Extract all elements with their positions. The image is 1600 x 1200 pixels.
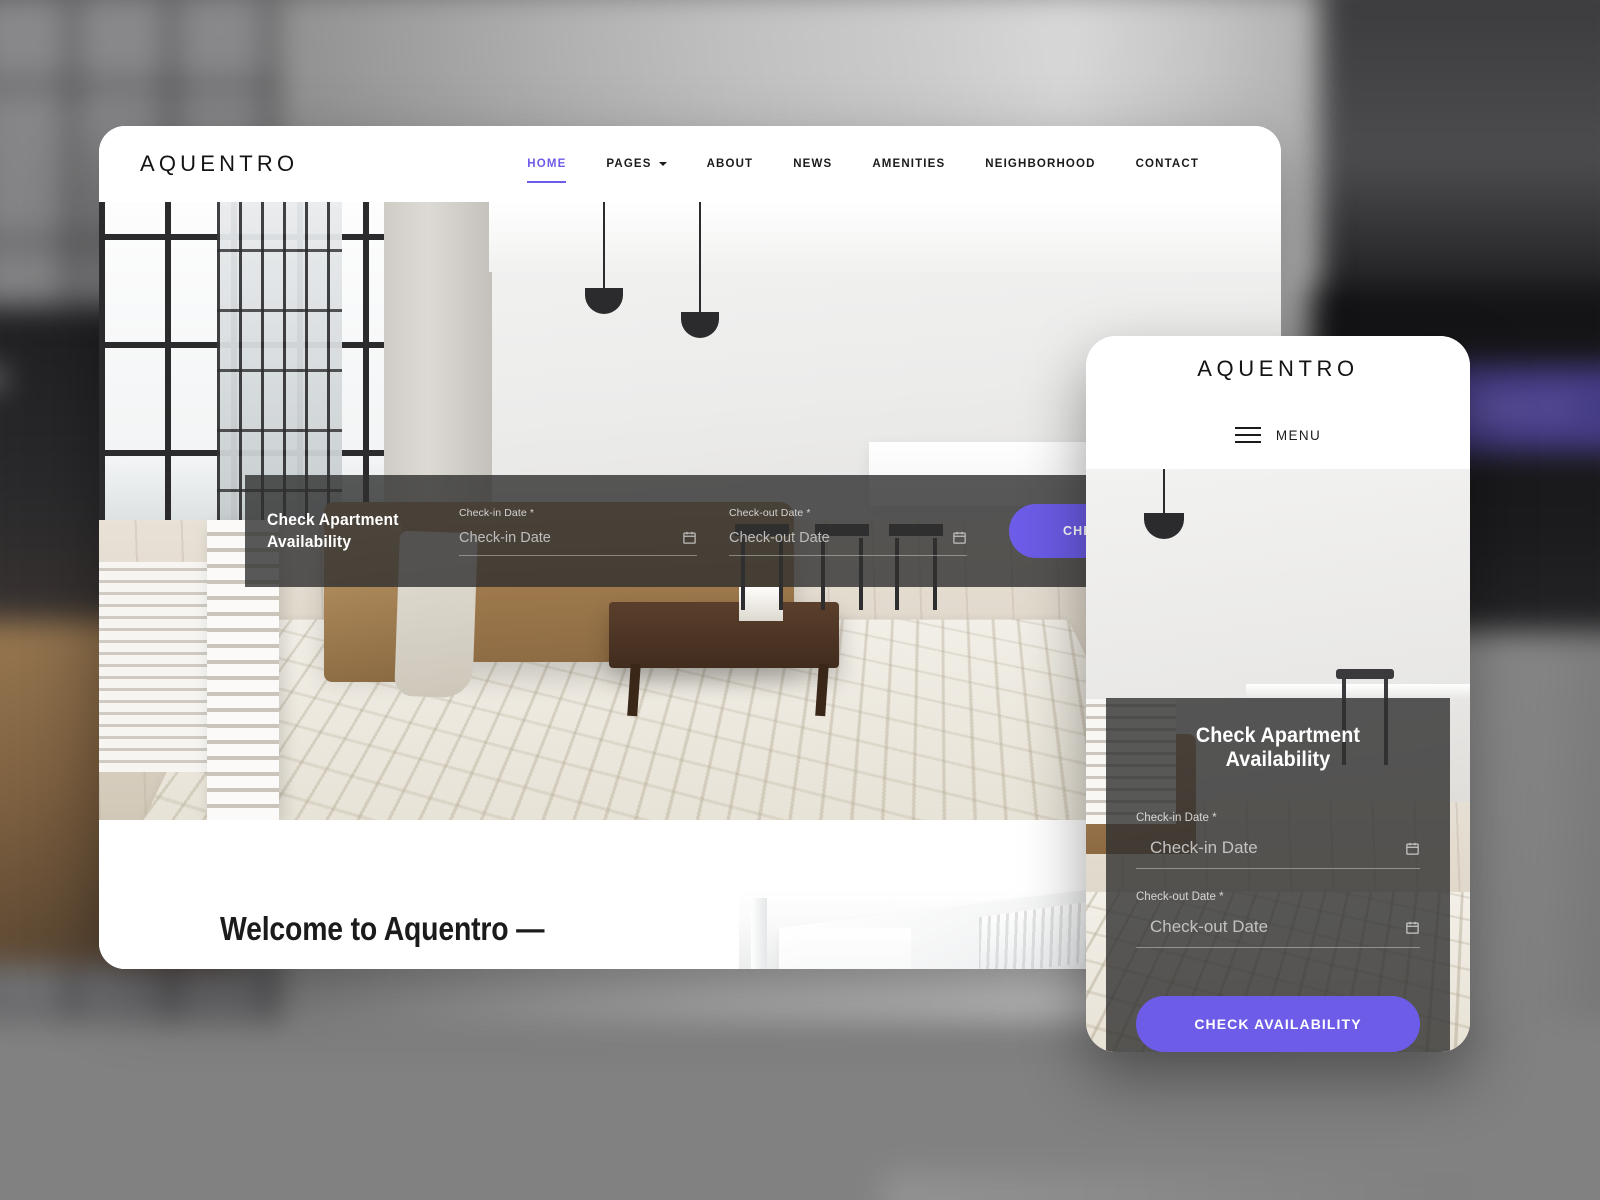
mobile-checkin-input[interactable] xyxy=(1136,838,1405,858)
background-right-upper xyxy=(1320,0,1600,309)
nav-item-contact[interactable]: CONTACT xyxy=(1116,158,1219,170)
checkout-field-group: Check-out Date * xyxy=(729,507,967,556)
checkout-required-marker: * xyxy=(806,506,811,519)
mobile-booking-panel: Check Apartment Availability Check-in Da… xyxy=(1106,698,1450,1052)
mobile-checkout-required-marker: * xyxy=(1219,891,1224,903)
hero-pendant-cord-1 xyxy=(603,202,605,290)
checkout-input[interactable] xyxy=(729,529,952,546)
primary-navigation: HOME PAGES ABOUT NEWS AMENITIES NEIGHBOR… xyxy=(507,158,1219,183)
desktop-header: AQUENTRO HOME PAGES ABOUT NEWS AMENITIES… xyxy=(99,126,1281,202)
mobile-checkout-label: Check-out Date * xyxy=(1136,891,1420,903)
chevron-down-icon xyxy=(658,162,667,166)
mobile-preview-device: AQUENTRO MENU Check Apartment Availabili… xyxy=(1086,336,1470,1052)
mobile-booking-title: Check Apartment Availability xyxy=(1195,724,1361,771)
hero-pendant-cord-2 xyxy=(699,202,701,314)
mobile-menu-toggle[interactable]: MENU xyxy=(1086,422,1470,448)
background-band-text: rtment xyxy=(0,361,6,396)
mobile-hero-image: Check Apartment Availability Check-in Da… xyxy=(1086,469,1470,1052)
nav-item-home[interactable]: HOME xyxy=(507,158,586,183)
nav-item-neighborhood-label: NEIGHBORHOOD xyxy=(985,158,1096,170)
nav-item-news-label: NEWS xyxy=(793,158,833,170)
nav-item-contact-label: CONTACT xyxy=(1135,158,1199,170)
checkout-label-text: Check-out Date xyxy=(729,506,804,519)
mobile-check-availability-button[interactable]: CHECK AVAILABILITY xyxy=(1136,996,1420,1052)
nav-item-amenities[interactable]: AMENITIES xyxy=(852,158,965,170)
hamburger-icon[interactable] xyxy=(1234,422,1261,448)
nav-item-amenities-label: AMENITIES xyxy=(872,158,946,170)
booking-title: Check Apartment Availability xyxy=(267,509,399,551)
checkin-input[interactable] xyxy=(459,529,682,546)
checkin-label: Check-in Date * xyxy=(459,507,697,519)
nav-active-underline xyxy=(527,181,567,183)
nav-item-neighborhood[interactable]: NEIGHBORHOOD xyxy=(965,158,1115,170)
background-purple-button-label: LABILITY xyxy=(1457,395,1577,422)
calendar-icon[interactable] xyxy=(952,530,967,545)
mobile-checkin-input-row[interactable] xyxy=(1136,838,1420,869)
site-logo[interactable]: AQUENTRO xyxy=(140,151,298,177)
checkin-required-marker: * xyxy=(529,506,535,519)
nav-item-about[interactable]: ABOUT xyxy=(687,158,774,170)
mobile-checkout-input-row[interactable] xyxy=(1136,917,1420,948)
nav-item-pages-label: PAGES xyxy=(606,158,652,170)
calendar-icon[interactable] xyxy=(1405,920,1420,935)
mobile-header: AQUENTRO MENU xyxy=(1086,336,1470,469)
nav-item-about-label: ABOUT xyxy=(706,158,754,170)
mobile-checkin-required-marker: * xyxy=(1212,812,1217,824)
mobile-site-logo[interactable]: AQUENTRO xyxy=(1086,356,1470,382)
background-bottom-highlight xyxy=(883,1172,1466,1200)
hero-ceiling xyxy=(489,202,1281,272)
checkin-input-row[interactable] xyxy=(459,529,697,556)
checkout-label: Check-out Date * xyxy=(729,507,967,519)
mobile-checkout-field-group: Check-out Date * xyxy=(1136,891,1420,948)
checkin-field-group: Check-in Date * xyxy=(459,507,697,556)
screenshot-stage: rtment LABILITY AQUENTRO HOME PAGES xyxy=(0,0,1600,1200)
mobile-checkout-input[interactable] xyxy=(1136,917,1405,937)
mobile-menu-label: MENU xyxy=(1275,427,1322,443)
page-title: Welcome to Aquentro — xyxy=(220,909,545,947)
mobile-checkin-field-group: Check-in Date * xyxy=(1136,812,1420,869)
nav-item-pages[interactable]: PAGES xyxy=(586,158,686,170)
calendar-icon[interactable] xyxy=(1405,841,1420,856)
nav-item-home-label: HOME xyxy=(527,158,567,170)
crown-column xyxy=(751,898,767,969)
checkout-input-row[interactable] xyxy=(729,529,967,556)
welcome-text-column: Welcome to Aquentro — xyxy=(99,888,739,969)
mobile-checkin-label: Check-in Date * xyxy=(1136,812,1420,824)
nav-item-news[interactable]: NEWS xyxy=(773,158,852,170)
crown-window xyxy=(801,928,911,969)
calendar-icon[interactable] xyxy=(682,530,697,545)
mobile-checkout-label-text: Check-out Date xyxy=(1136,891,1216,903)
checkin-label-text: Check-in Date xyxy=(459,506,527,519)
mobile-pendant-cord xyxy=(1163,469,1165,515)
mobile-checkin-label-text: Check-in Date xyxy=(1136,812,1209,824)
hero-coffee-table xyxy=(609,602,839,668)
